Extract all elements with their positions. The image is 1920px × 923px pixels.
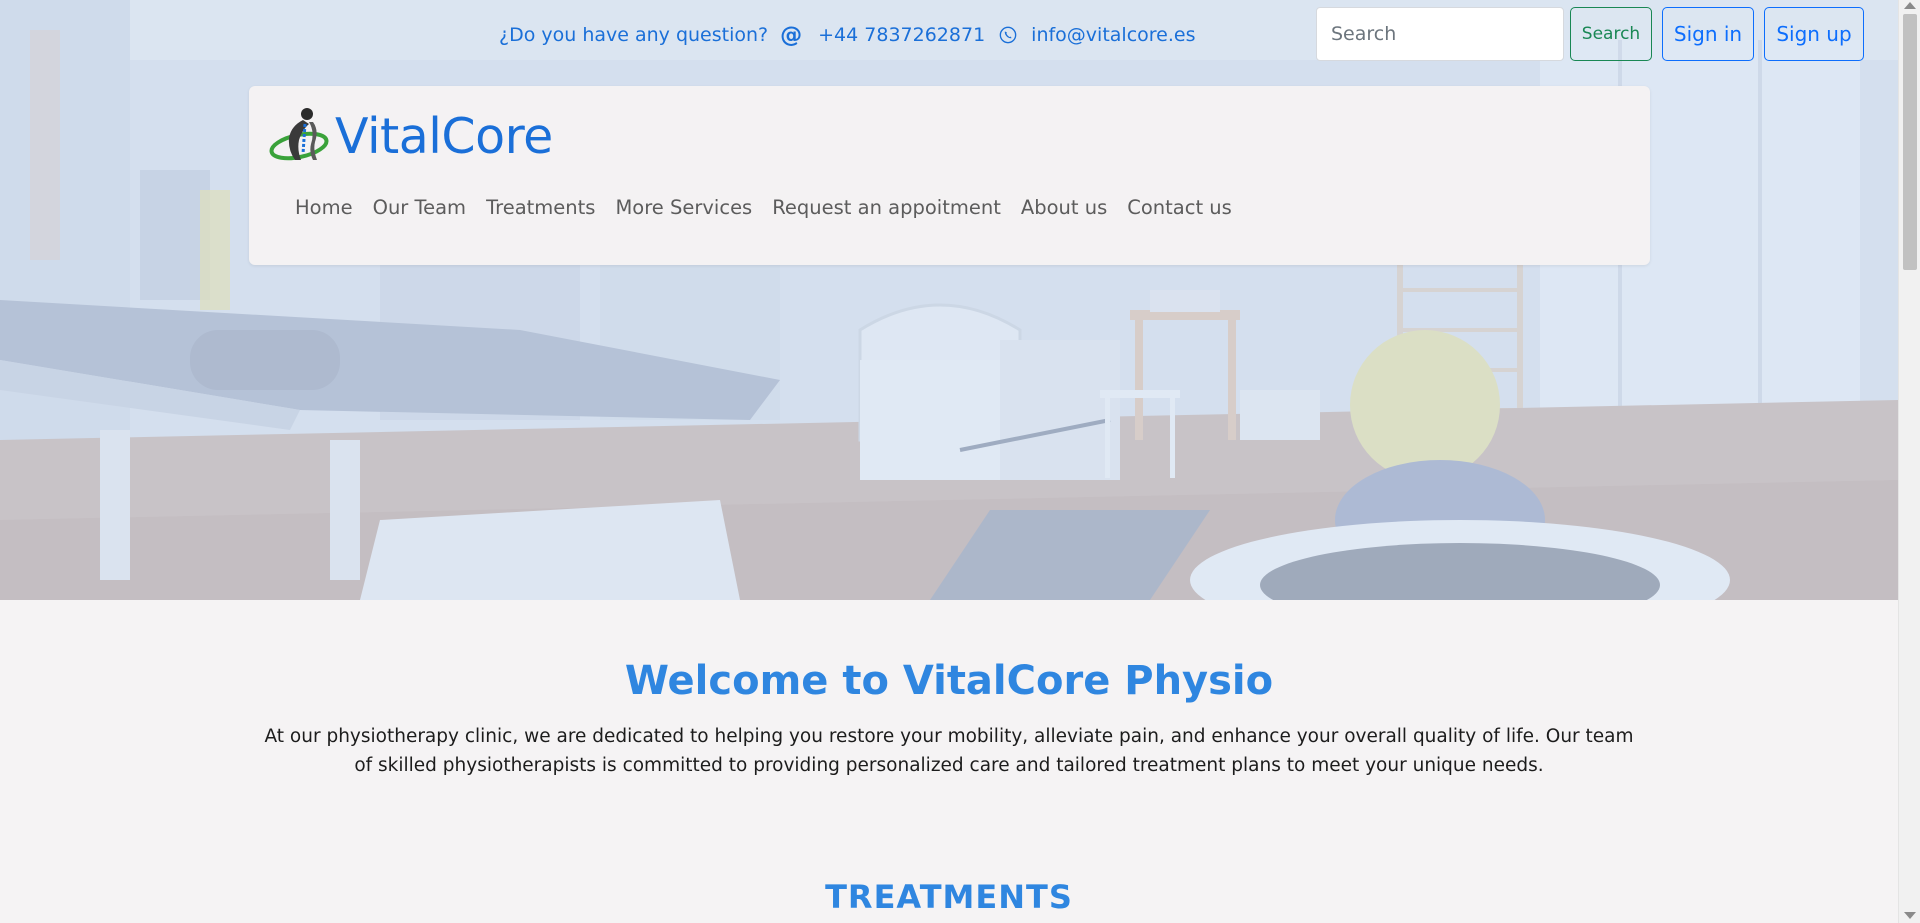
spine-figure-logo-icon bbox=[269, 108, 329, 161]
nav-item-more-services[interactable]: More Services bbox=[605, 196, 762, 219]
nav-item-about-us[interactable]: About us bbox=[1011, 196, 1117, 219]
brand-logo-link[interactable]: VitalCore bbox=[269, 104, 553, 168]
sign-up-button[interactable]: Sign up bbox=[1764, 7, 1864, 61]
page-scrollbar[interactable] bbox=[1898, 0, 1920, 923]
nav-item-contact-us[interactable]: Contact us bbox=[1117, 196, 1242, 219]
contact-phone[interactable]: +44 7837262871 bbox=[818, 24, 985, 46]
search-button[interactable]: Search bbox=[1570, 7, 1652, 61]
scroll-down-arrow-icon[interactable] bbox=[1904, 912, 1916, 919]
intro-paragraph: At our physiotherapy clinic, we are dedi… bbox=[264, 726, 1634, 776]
brand-name: VitalCore bbox=[335, 107, 553, 165]
search-input[interactable] bbox=[1316, 7, 1564, 61]
nav-item-our-team[interactable]: Our Team bbox=[363, 196, 476, 219]
contact-email[interactable]: info@vitalcore.es bbox=[1031, 24, 1195, 46]
nav-item-treatments[interactable]: Treatments bbox=[476, 196, 605, 219]
main-nav: Home Our Team Treatments More Services R… bbox=[285, 196, 1242, 219]
nav-item-request-appointment[interactable]: Request an appoitment bbox=[762, 196, 1011, 219]
scroll-up-arrow-icon[interactable] bbox=[1904, 2, 1916, 9]
phone-icon bbox=[993, 26, 1023, 44]
navbar: VitalCore Home Our Team Treatments More … bbox=[249, 86, 1650, 265]
treatments-section-title: TREATMENTS bbox=[825, 878, 1073, 916]
scrollbar-thumb[interactable] bbox=[1903, 14, 1917, 270]
contact-bar: ¿Do you have any question? @ +44 7837262… bbox=[499, 20, 1195, 50]
welcome-title: Welcome to VitalCore Physio bbox=[624, 658, 1274, 704]
contact-question: ¿Do you have any question? bbox=[499, 24, 769, 46]
sign-in-button[interactable]: Sign in bbox=[1662, 7, 1754, 61]
at-icon: @ bbox=[780, 22, 803, 48]
nav-item-home[interactable]: Home bbox=[285, 196, 363, 219]
